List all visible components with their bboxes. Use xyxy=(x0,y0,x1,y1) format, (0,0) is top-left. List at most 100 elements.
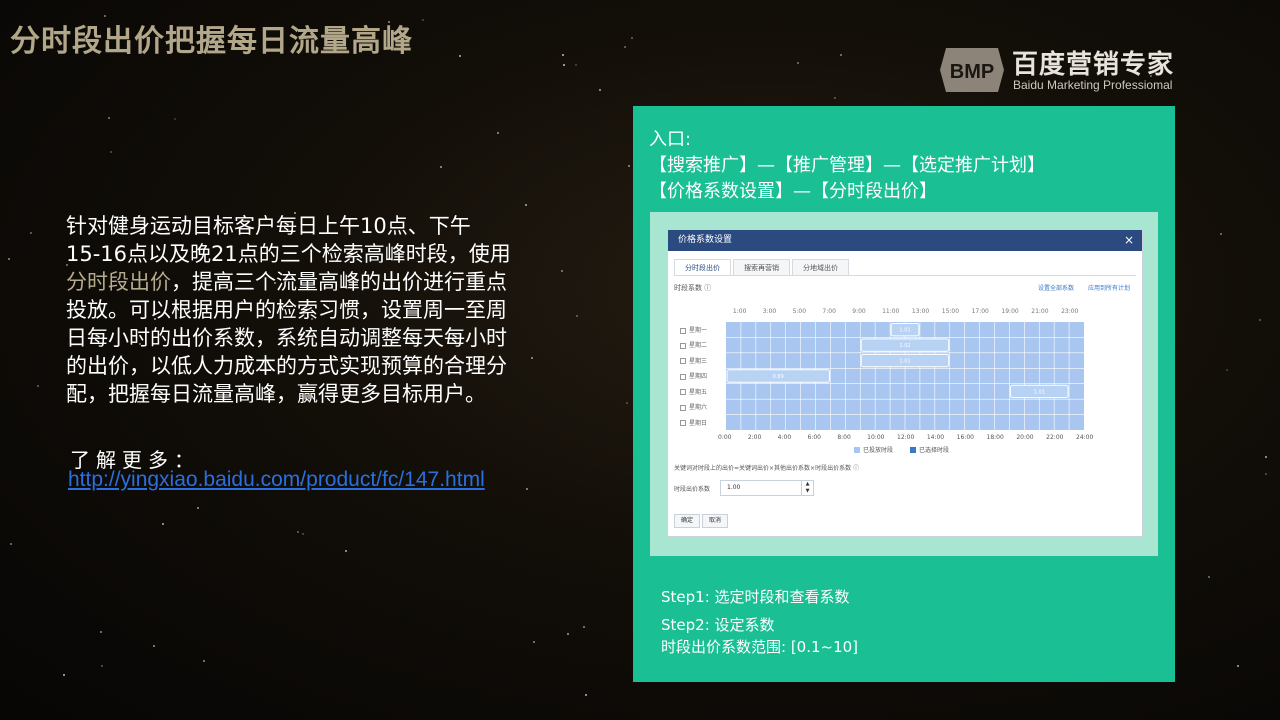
hour-label-bottom: 4:00 xyxy=(777,434,792,441)
highlight-term: 分时段出价 xyxy=(66,270,171,294)
slide-title: 分时段出价把握每日流量高峰 xyxy=(10,24,413,59)
hour-label-top: 1:00 xyxy=(732,308,747,315)
star xyxy=(575,64,577,66)
day-label: 星期四 xyxy=(689,373,708,381)
star xyxy=(459,55,461,57)
product-link[interactable]: http://yingxiao.baidu.com/product/fc/147… xyxy=(68,468,485,492)
star xyxy=(37,385,39,387)
day-checkbox-label[interactable]: 星期五 xyxy=(680,387,707,396)
star xyxy=(1265,473,1267,475)
day-checkbox-label[interactable]: 星期日 xyxy=(680,418,707,427)
bid-coefficient-input[interactable]: 1.00 ▲ ▼ xyxy=(720,480,814,496)
star xyxy=(631,37,633,39)
apply-all-link[interactable]: 应用到所有计划 xyxy=(1088,283,1130,292)
set-all-link[interactable]: 设置全部系数 xyxy=(1038,283,1074,292)
stepper-icon[interactable]: ▲ ▼ xyxy=(801,481,813,495)
close-icon[interactable]: × xyxy=(1124,230,1134,251)
body-line: 针对健身运动目标客户每日上午10点、下午 xyxy=(66,214,471,238)
entry-path-1: 【搜索推广】—【推广管理】—【选定推广计划】 xyxy=(649,155,1045,176)
star xyxy=(624,46,626,48)
tab-time-bid[interactable]: 分时段出价 xyxy=(674,259,731,275)
checkbox-icon[interactable] xyxy=(680,358,686,365)
day-checkbox-label[interactable]: 星期二 xyxy=(680,340,707,349)
entry-panel: 入口: 【搜索推广】—【推广管理】—【选定推广计划】 【价格系数设置】—【分时段… xyxy=(633,106,1175,682)
body-line: 配，把握每日流量高峰，赢得更多目标用户。 xyxy=(66,382,486,406)
legend-label: 已选择时段 xyxy=(919,447,950,454)
day-checkbox-label[interactable]: 星期三 xyxy=(680,356,707,365)
bmp-logo-icon: BMP xyxy=(940,48,1004,92)
hour-label-top: 9:00 xyxy=(852,308,866,315)
body-line-rest: ，提高三个流量高峰的出价进行重点 xyxy=(171,270,507,294)
star xyxy=(526,488,528,490)
hour-label-bottom: 18:00 xyxy=(986,434,1004,441)
star xyxy=(834,97,836,99)
body-line: 分时段出价，提高三个流量高峰的出价进行重点 xyxy=(66,268,576,296)
hour-label-bottom: 22:00 xyxy=(1046,434,1064,441)
hour-label-bottom: 0:00 xyxy=(718,434,732,441)
body-line: 日每小时的出价系数，系统自动调整每天每小时 xyxy=(66,326,507,350)
logo-mark-text: BMP xyxy=(950,61,994,83)
star xyxy=(576,315,578,317)
day-label: 星期五 xyxy=(689,388,708,396)
star xyxy=(110,151,112,153)
brand-subtitle: Baidu Marketing Professiomal xyxy=(1013,78,1173,92)
brand-logo: BMP 百度营销专家 Baidu Marketing Professiomal xyxy=(940,42,1200,98)
star xyxy=(628,165,630,167)
star xyxy=(162,523,164,525)
day-checkbox-label[interactable]: 星期一 xyxy=(680,325,707,334)
star xyxy=(8,258,10,260)
hour-label-bottom: 10:00 xyxy=(867,434,885,441)
formula-note: 关键词对时段上的出价=关键词出价×其他出价系数×时段出价系数 ⓘ xyxy=(674,465,859,472)
time-block-label: 1.01 xyxy=(899,328,910,334)
hour-label-bottom: 8:00 xyxy=(837,434,851,441)
checkbox-icon[interactable] xyxy=(680,420,686,427)
legend-selected: 已选择时段 xyxy=(910,445,949,454)
checkbox-icon[interactable] xyxy=(680,327,686,334)
tab-remarketing[interactable]: 搜索再营销 xyxy=(733,259,790,275)
checkbox-icon[interactable] xyxy=(680,389,686,396)
star xyxy=(525,204,527,206)
tab-region-bid[interactable]: 分地域出价 xyxy=(792,259,849,275)
day-checkbox-label[interactable]: 星期六 xyxy=(680,402,707,411)
star xyxy=(1259,319,1261,321)
body-paragraph: 针对健身运动目标客户每日上午10点、下午 15-16点以及晚21点的三个检索高峰… xyxy=(66,212,576,408)
day-label: 星期一 xyxy=(689,327,708,334)
legend-swatch xyxy=(854,446,860,453)
bid-coefficient-value: 1.00 xyxy=(727,484,741,491)
time-grid[interactable]: 1.01 1.02 1.01 0.89 1.01 xyxy=(726,322,1084,430)
hour-label-top: 7:00 xyxy=(822,308,836,315)
star xyxy=(1265,456,1267,458)
checkbox-icon[interactable] xyxy=(680,373,686,380)
ok-button[interactable]: 确定 xyxy=(674,514,701,528)
day-label: 星期日 xyxy=(689,419,708,427)
legend-swatch xyxy=(910,446,916,453)
star xyxy=(302,533,304,535)
hour-label-top: 11:00 xyxy=(882,308,900,315)
dialog-header: 价格系数设置 × xyxy=(668,230,1142,251)
brand-name: 百度营销专家 xyxy=(1012,50,1175,80)
dialog-tabs: 分时段出价 搜索再营销 分地域出价 xyxy=(674,259,851,275)
hour-label-top: 3:00 xyxy=(762,308,777,315)
star xyxy=(1237,665,1239,667)
legend-label: 已投放时段 xyxy=(863,447,894,454)
cancel-button[interactable]: 取消 xyxy=(702,514,729,528)
time-block-label: 1.01 xyxy=(1034,389,1045,395)
checkbox-icon[interactable] xyxy=(680,342,686,349)
day-label: 星期六 xyxy=(689,404,708,412)
star xyxy=(108,117,110,119)
star xyxy=(100,631,102,633)
tab-divider xyxy=(674,275,1136,276)
star xyxy=(203,660,205,662)
day-checkbox-label[interactable]: 星期四 xyxy=(680,371,707,380)
time-grid-svg[interactable]: 1.01 1.02 1.01 0.89 1.01 xyxy=(726,322,1084,430)
hour-label-top: 21:00 xyxy=(1031,308,1049,315)
checkbox-icon[interactable] xyxy=(680,404,686,411)
entry-heading: 入口: xyxy=(649,129,692,150)
body-line: 投放。可以根据用户的检索习惯，设置周一至周 xyxy=(66,298,507,322)
star xyxy=(440,166,442,168)
star xyxy=(797,62,799,64)
star xyxy=(345,550,347,552)
star xyxy=(1226,369,1228,371)
star xyxy=(101,665,103,667)
star xyxy=(197,507,199,509)
